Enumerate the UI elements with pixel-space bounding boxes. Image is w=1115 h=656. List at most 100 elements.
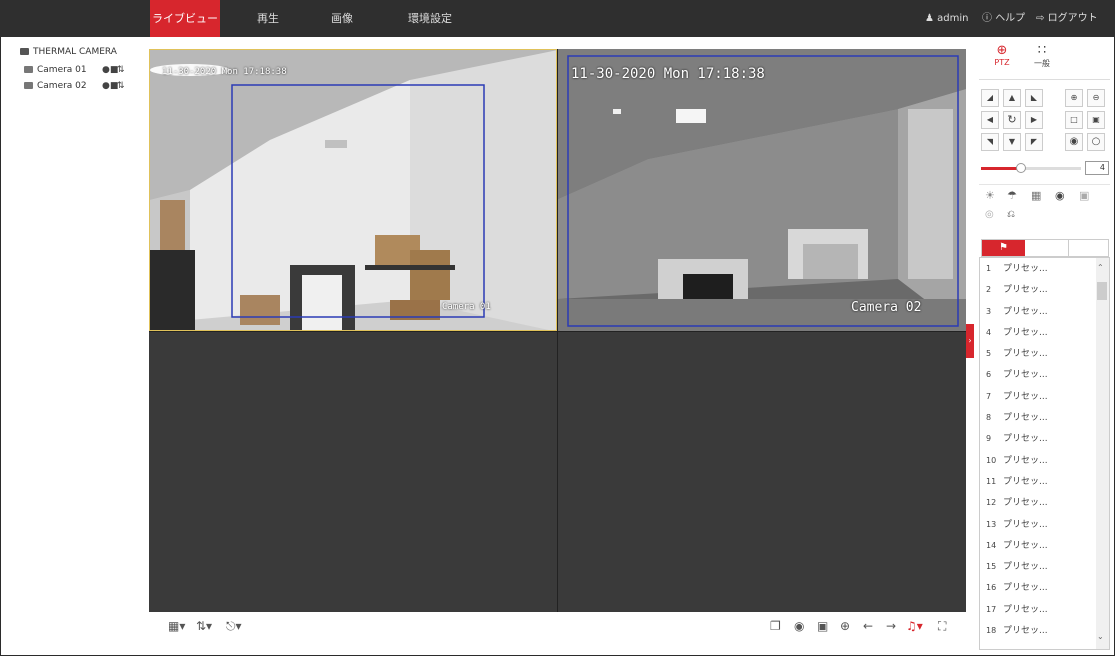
logout-link[interactable]: ⇨ ログアウト: [1036, 0, 1098, 37]
lens-init-icon[interactable]: ◉: [1055, 189, 1065, 202]
zoom-in-button[interactable]: ⊕: [1065, 89, 1083, 107]
preset-item[interactable]: 4 プリセッ...: [980, 322, 1109, 343]
fullscreen-icon[interactable]: ⛶: [938, 619, 946, 634]
tab-live-view[interactable]: ライブビュー: [150, 0, 220, 37]
preset-item[interactable]: 1 プリセッ...: [980, 258, 1109, 279]
window-layout-icon[interactable]: ▦▾: [168, 619, 185, 633]
speed-value: 4: [1085, 161, 1109, 175]
collapse-panel-button[interactable]: ›: [966, 324, 974, 358]
ptz-icon[interactable]: ⇅: [117, 78, 125, 94]
preset-scrollbar[interactable]: ⌃ ⌄: [1096, 258, 1109, 649]
pan-up-left-button[interactable]: ◢: [981, 89, 999, 107]
preset-number: 10: [986, 455, 997, 465]
stop-all-icon[interactable]: ❐: [770, 619, 781, 633]
record-icon[interactable]: ●■: [102, 62, 118, 78]
focus-near-button[interactable]: □: [1065, 111, 1083, 129]
preset-item[interactable]: 9 プリセッ...: [980, 428, 1109, 449]
manual-track-icon[interactable]: ▣: [1079, 189, 1089, 202]
position-3d-icon[interactable]: ⎌: [1007, 209, 1015, 220]
preset-number: 8: [986, 413, 992, 423]
zoom-3d-icon[interactable]: ◎: [985, 209, 994, 220]
live-view-toolbar: ▦▾ ⇅▾ ⎋▾ ❐ ◉ ▣ ⊕ ← → ♫▾ ⛶: [149, 612, 966, 642]
user-menu[interactable]: ♟ admin: [925, 0, 969, 37]
preset-number: 14: [986, 540, 997, 550]
help-link[interactable]: ⓘ ヘルプ: [982, 0, 1025, 37]
record-icon[interactable]: ▣: [817, 619, 828, 633]
preset-label: プリセッ...: [1003, 349, 1048, 360]
tree-item-camera-01[interactable]: Camera 01 ●■ ⇅: [20, 62, 140, 78]
speed-slider[interactable]: [981, 163, 1081, 173]
video-tile-empty-3[interactable]: [149, 332, 557, 612]
ptz-icon[interactable]: ⇅: [117, 62, 125, 78]
ptz-icon: ⊕: [996, 43, 1008, 58]
pan-down-left-button[interactable]: ◥: [981, 133, 999, 151]
preset-label: プリセッ...: [1003, 370, 1048, 381]
wiper-icon[interactable]: ☂: [1007, 189, 1017, 202]
tab-picture[interactable]: 画像: [322, 0, 362, 37]
preset-item[interactable]: 5 プリセッ...: [980, 343, 1109, 364]
scroll-up-icon[interactable]: ⌃: [1097, 263, 1104, 272]
capture-icon[interactable]: ◉: [794, 619, 804, 633]
preset-item[interactable]: 7 プリセッ...: [980, 386, 1109, 407]
preset-label: プリセッ...: [1003, 604, 1048, 615]
preset-item[interactable]: 13 プリセッ...: [980, 514, 1109, 535]
tab-general[interactable]: ∷ 一般: [1022, 44, 1062, 69]
record-icon[interactable]: ●■: [102, 78, 118, 94]
focus-far-button[interactable]: ▣: [1087, 111, 1105, 129]
pan-left-button[interactable]: ◀: [981, 111, 999, 129]
focus-assist-icon[interactable]: ▦: [1031, 189, 1041, 202]
next-page-icon[interactable]: →: [886, 619, 896, 633]
pan-down-right-button[interactable]: ◤: [1025, 133, 1043, 151]
iris-open-button[interactable]: ◉: [1065, 133, 1083, 151]
tree-root[interactable]: THERMAL CAMERA: [20, 44, 140, 60]
preset-label: プリセッ...: [1003, 519, 1048, 530]
tree-item-camera-02[interactable]: Camera 02 ●■ ⇅: [20, 78, 140, 94]
preset-item[interactable]: 16 プリセッ...: [980, 577, 1109, 598]
video-tile-camera-01[interactable]: 11-30-2020 Mon 17:18:38 Camera 01: [149, 49, 557, 331]
pan-right-button[interactable]: ▶: [1025, 111, 1043, 129]
device-icon: [20, 48, 29, 55]
preset-item[interactable]: 15 プリセッ...: [980, 556, 1109, 577]
auto-scan-button[interactable]: ↻: [1003, 111, 1021, 129]
tab-ptz[interactable]: ⊕ PTZ: [982, 43, 1022, 68]
iris-close-button[interactable]: ○: [1087, 133, 1105, 151]
video-tile-camera-02[interactable]: 11-30-2020 Mon 17:18:38 Camera 02: [558, 49, 966, 331]
preset-item[interactable]: 6 プリセッ...: [980, 364, 1109, 385]
preset-item[interactable]: 18 プリセッ...: [980, 620, 1109, 641]
tab-configuration[interactable]: 環境設定: [402, 0, 458, 37]
microphone-icon[interactable]: ⎋▾: [226, 619, 242, 634]
camera-02-timestamp: 11-30-2020 Mon 17:18:38: [571, 66, 765, 82]
volume-icon[interactable]: ♫▾: [906, 619, 923, 633]
preset-label: プリセッ...: [1003, 455, 1048, 466]
zoom-out-button[interactable]: ⊖: [1087, 89, 1105, 107]
previous-page-icon[interactable]: ←: [863, 619, 873, 633]
preset-item[interactable]: 3 プリセッ...: [980, 301, 1109, 322]
tab-playback[interactable]: 再生: [248, 0, 288, 37]
pan-up-button[interactable]: ▲: [1003, 89, 1021, 107]
scroll-thumb[interactable]: [1097, 282, 1107, 300]
preset-number: 13: [986, 519, 997, 529]
zoom-icon[interactable]: ⊕: [840, 619, 850, 633]
preset-label: プリセッ...: [1003, 413, 1048, 424]
preset-item[interactable]: 10 プリセッ...: [980, 450, 1109, 471]
speed-slider-handle[interactable]: [1016, 163, 1026, 173]
pan-up-right-button[interactable]: ◣: [1025, 89, 1043, 107]
preset-item[interactable]: 12 プリセッ...: [980, 492, 1109, 513]
info-icon: ⓘ: [982, 13, 992, 24]
preset-flag-icon[interactable]: ⚑: [982, 240, 1025, 256]
preset-item[interactable]: 14 プリセッ...: [980, 535, 1109, 556]
preset-item[interactable]: 17 プリセッ...: [980, 599, 1109, 620]
light-icon[interactable]: ☀: [985, 189, 995, 202]
stream-select-icon[interactable]: ⇅▾: [196, 619, 212, 633]
video-tile-empty-4[interactable]: [558, 332, 966, 612]
pan-down-button[interactable]: ▼: [1003, 133, 1021, 151]
preset-label: プリセッ...: [1003, 391, 1048, 402]
camera-icon: [24, 66, 33, 73]
preset-item[interactable]: 8 プリセッ...: [980, 407, 1109, 428]
preset-item[interactable]: 2 プリセッ...: [980, 279, 1109, 300]
camera-01-name-overlay: Camera 01: [442, 302, 491, 312]
scroll-down-icon[interactable]: ⌄: [1097, 632, 1104, 641]
preset-item[interactable]: 11 プリセッ...: [980, 471, 1109, 492]
preset-label: プリセッ...: [1003, 498, 1048, 509]
preset-number: 9: [986, 434, 992, 444]
